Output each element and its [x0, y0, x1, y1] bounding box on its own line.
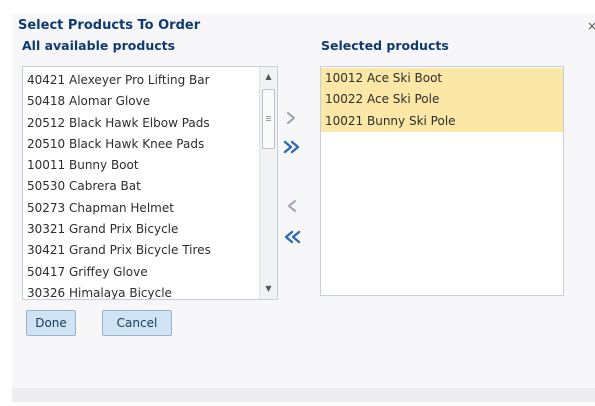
select-products-dialog: Select Products To Order × All available… [12, 14, 595, 402]
scroll-up-arrow-icon[interactable]: ▲ [260, 69, 277, 85]
available-product-item[interactable]: 10011 Bunny Boot [23, 155, 259, 176]
available-product-item[interactable]: 30421 Grand Prix Bicycle Tires [23, 240, 259, 261]
move-all-right-icon [283, 140, 300, 154]
available-items-container: 40421 Alexeyer Pro Lifting Bar 50418 Alom… [23, 70, 259, 299]
move-left-icon [288, 200, 296, 212]
window-top-strip [0, 0, 595, 14]
available-product-item[interactable]: 20510 Black Hawk Knee Pads [23, 134, 259, 155]
close-icon[interactable]: × [587, 19, 595, 33]
selected-product-item[interactable]: 10012 Ace Ski Boot [321, 68, 563, 90]
available-product-item[interactable]: 30321 Grand Prix Bicycle [23, 219, 259, 240]
available-product-item[interactable]: 50418 Alomar Glove [23, 91, 259, 112]
scroll-down-arrow-icon[interactable]: ▼ [260, 281, 277, 297]
available-product-item[interactable]: 20512 Black Hawk Elbow Pads [23, 113, 259, 134]
available-product-item[interactable]: 50417 Griffey Glove [23, 262, 259, 283]
move-right-icon [287, 112, 295, 124]
move-all-left-button[interactable] [281, 228, 303, 246]
scroll-grip-icon [266, 116, 271, 117]
scroll-thumb[interactable] [262, 89, 275, 149]
selected-products-heading: Selected products [321, 38, 449, 53]
selected-product-item[interactable]: 10021 Bunny Ski Pole [321, 110, 563, 132]
done-button[interactable]: Done [26, 310, 76, 336]
available-products-heading: All available products [22, 38, 176, 53]
selected-items-container: 10012 Ace Ski Boot 10022 Ace Ski Pole 1002… [321, 68, 563, 132]
move-all-right-button[interactable] [281, 138, 303, 156]
dialog-title: Select Products To Order [18, 18, 201, 33]
move-right-button[interactable] [281, 109, 303, 127]
move-all-left-icon [284, 230, 301, 244]
selected-product-item[interactable]: 10022 Ace Ski Pole [321, 89, 563, 111]
available-product-item[interactable]: 50530 Cabrera Bat [23, 176, 259, 197]
selected-products-list[interactable]: 10012 Ace Ski Boot 10022 Ace Ski Pole 1002… [320, 66, 564, 296]
available-product-item[interactable]: 40421 Alexeyer Pro Lifting Bar [23, 70, 259, 91]
move-left-button[interactable] [281, 197, 303, 215]
dialog-footer-strip [12, 388, 595, 402]
available-list-scrollbar[interactable]: ▲ ▼ [259, 67, 277, 299]
available-product-item[interactable]: 30326 Himalaya Bicycle [23, 283, 259, 299]
available-product-item[interactable]: 50273 Chapman Helmet [23, 198, 259, 219]
cancel-button[interactable]: Cancel [102, 310, 172, 336]
available-products-list[interactable]: 40421 Alexeyer Pro Lifting Bar 50418 Alom… [22, 66, 278, 300]
